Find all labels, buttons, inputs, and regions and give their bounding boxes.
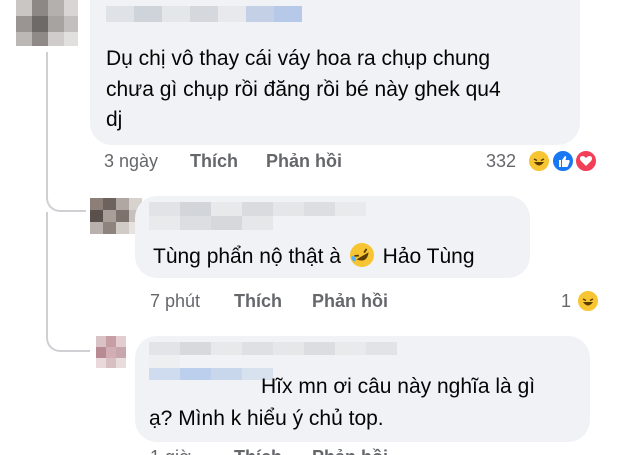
reply-button[interactable]: Phản hồi	[312, 447, 388, 455]
comment-timestamp[interactable]: 7 phút	[150, 291, 200, 312]
rofl-emoji	[349, 243, 374, 267]
like-icon	[551, 149, 575, 173]
mention-link[interactable]: Hảo Tùng	[377, 245, 475, 268]
haha-icon	[576, 289, 600, 313]
like-button[interactable]: Thích	[190, 151, 238, 172]
comment-text-segment: Tùng phẩn nộ thật à	[153, 245, 347, 268]
comment-bubble: Dụ chị vô thay cái váy hoa ra chụp chung…	[90, 0, 580, 145]
comment-text: Tùng phẩn nộ thật à Hảo Tùng	[153, 241, 475, 272]
reply-button[interactable]: Phản hồi	[266, 151, 342, 172]
like-button[interactable]: Thích	[234, 447, 282, 455]
reaction-count[interactable]: 1	[561, 291, 571, 312]
comment-text-line: chưa gì chụp rồi đăng rồi bé này ghek qu…	[106, 78, 501, 101]
comment-text-line: dj	[106, 108, 123, 131]
comment-text-line: Hĩx mn ơi câu này nghĩa là gì	[261, 375, 536, 398]
reaction-count[interactable]: 332	[486, 151, 516, 172]
comment-thread: Dụ chị vô thay cái váy hoa ra chụp chung…	[0, 0, 620, 455]
comment-timestamp[interactable]: 1 giờ	[150, 447, 191, 455]
thread-connector	[46, 212, 90, 352]
commenter-name[interactable]	[149, 202, 399, 230]
reply-button[interactable]: Phản hồi	[312, 291, 388, 312]
like-button[interactable]: Thích	[234, 291, 282, 312]
comment-actions: 1 giờ Thích Phản hồi	[150, 447, 450, 455]
comment-bubble: Hĩx mn ơi câu này nghĩa là gì ạ? Mình k …	[135, 336, 590, 442]
comment-bubble: Tùng phẩn nộ thật à Hảo Tùng	[135, 196, 530, 278]
love-icon	[574, 149, 598, 173]
comment-text-line: ạ? Mình k hiểu ý chủ top.	[149, 407, 384, 430]
avatar[interactable]	[16, 0, 78, 46]
commenter-name[interactable]	[106, 6, 302, 22]
avatar[interactable]	[96, 336, 126, 368]
comment-actions: 7 phút Thích Phản hồi	[150, 291, 450, 315]
thread-connector	[46, 52, 86, 212]
comment-text-line: Dụ chị vô thay cái váy hoa ra chụp chung	[106, 47, 491, 70]
comment-timestamp[interactable]: 3 ngày	[104, 151, 158, 172]
haha-icon	[527, 149, 551, 173]
